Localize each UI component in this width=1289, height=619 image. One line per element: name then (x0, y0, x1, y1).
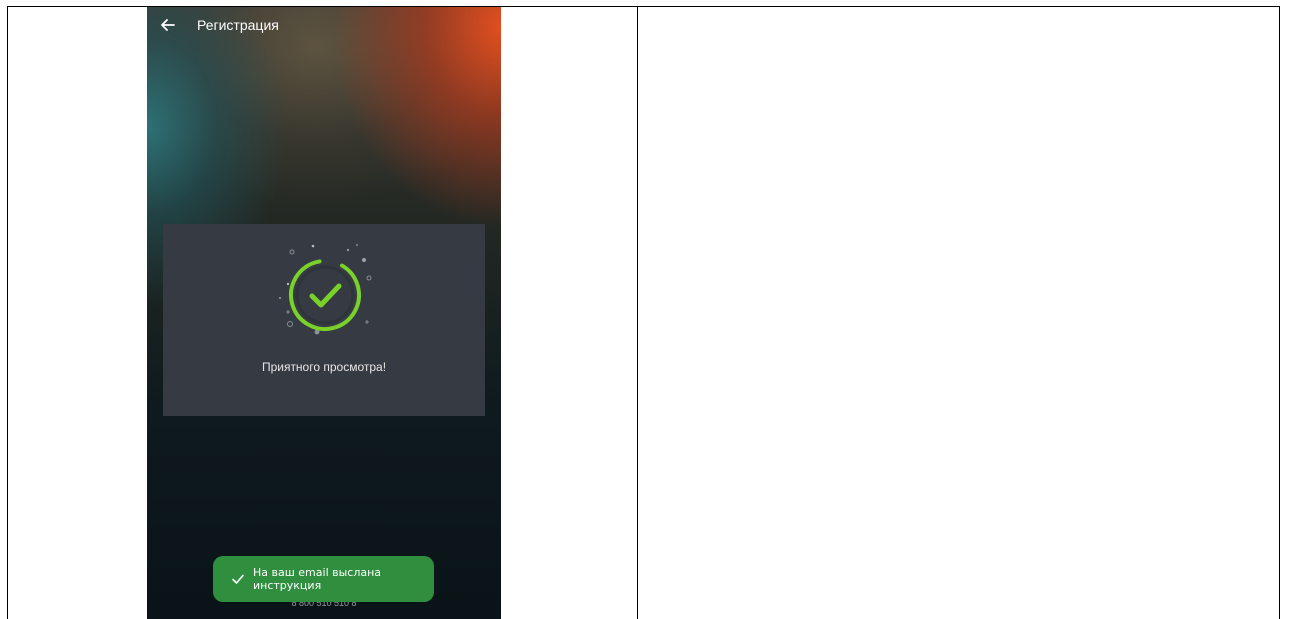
check-icon (232, 574, 244, 584)
success-message: Приятного просмотра! (261, 360, 387, 374)
app-bar: Регистрация (147, 7, 501, 47)
success-check-icon (279, 244, 372, 335)
success-card: Приятного просмотра! (163, 224, 485, 416)
toast-message: На ваш email выслана инструкция (253, 566, 382, 592)
table-cell-divider (637, 6, 638, 619)
arrow-left-icon[interactable] (159, 16, 177, 34)
phone-screenshot: Регистрация Приятного просмотра! 8 800 5… (147, 7, 501, 619)
page-title: Регистрация (197, 17, 279, 33)
toast-notification: На ваш email выслана инструкция (213, 556, 434, 602)
